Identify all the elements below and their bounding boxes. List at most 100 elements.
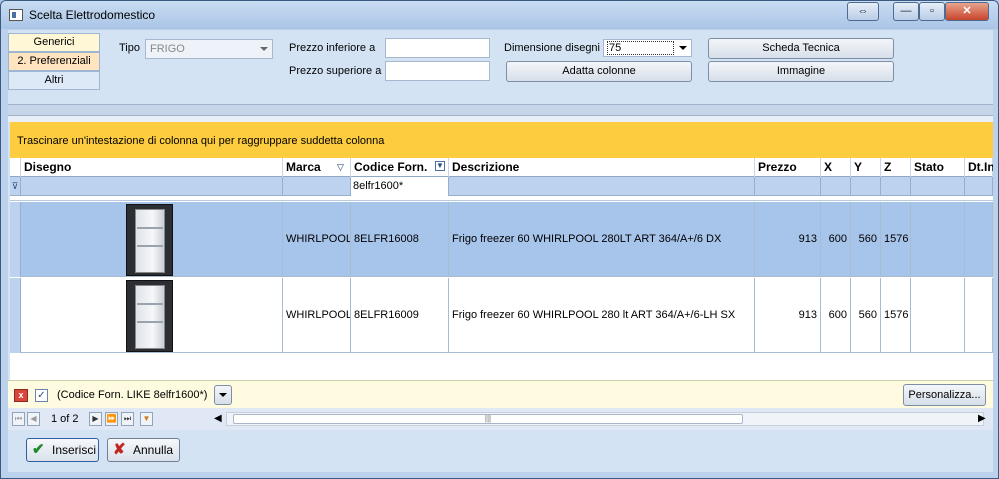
filter-cell-x[interactable]: [821, 177, 851, 196]
dialog-client: Generici 2. Preferenziali Altri Tipo FRI…: [8, 30, 993, 472]
column-header-stato[interactable]: Stato: [911, 158, 965, 177]
cell-y: 560: [851, 202, 881, 277]
inserisci-label: Inserisci: [52, 443, 97, 457]
title-bar: Scelta Elettrodomestico ⇔ — ▫ ✕: [1, 1, 998, 29]
tab-generici[interactable]: Generici: [8, 33, 100, 52]
cell-z: 1576: [881, 278, 911, 353]
clear-filter-icon[interactable]: x: [14, 389, 28, 402]
minimize-button[interactable]: —: [893, 2, 919, 21]
filter-cell-dtin[interactable]: [965, 177, 993, 196]
filter-icon[interactable]: ▽: [337, 158, 344, 176]
filter-icon[interactable]: ▼: [140, 412, 153, 426]
filter-panel: x ✓ (Codice Forn. LIKE 8elfr1600*) Perso…: [8, 380, 993, 408]
filter-cell-y[interactable]: [851, 177, 881, 196]
adatta-colonne-button[interactable]: Adatta colonne: [506, 61, 692, 82]
scroll-left-icon[interactable]: ◀: [214, 413, 222, 424]
last-page-icon[interactable]: ⏭: [121, 412, 134, 426]
column-header-x[interactable]: X: [821, 158, 851, 177]
cell-disegno: [21, 202, 283, 277]
cell-z: 1576: [881, 202, 911, 277]
tab-altri[interactable]: Altri: [8, 71, 100, 90]
cell-x: 600: [821, 278, 851, 353]
left-tabs: Generici 2. Preferenziali Altri: [8, 30, 100, 90]
next-many-icon[interactable]: ⏩: [105, 412, 118, 426]
scrollbar-thumb[interactable]: |||: [233, 414, 743, 424]
scroll-right-icon[interactable]: ▶: [978, 413, 986, 424]
tipo-value: FRIGO: [150, 43, 185, 55]
table-row[interactable]: WHIRLPOOL 8ELFR16009 Frigo freezer 60 WH…: [10, 278, 993, 353]
column-header-y[interactable]: Y: [851, 158, 881, 177]
annulla-button[interactable]: ✘ Annulla: [107, 438, 180, 462]
products-grid: Trascinare un'intestazione di colonna qu…: [10, 122, 993, 400]
close-icon: ✘: [113, 441, 126, 458]
cell-prezzo: 913: [755, 278, 821, 353]
column-header-z[interactable]: Z: [881, 158, 911, 177]
cell-disegno: [21, 278, 283, 353]
column-header-marca[interactable]: Marca ▽: [283, 158, 351, 177]
row-separator: [10, 196, 993, 201]
table-row[interactable]: WHIRLPOOL 8ELFR16008 Frigo freezer 60 WH…: [10, 202, 993, 277]
fridge-shelf: [137, 303, 163, 305]
tipo-select[interactable]: FRIGO: [145, 39, 273, 59]
cell-y: 560: [851, 278, 881, 353]
divider: [8, 104, 993, 116]
annulla-label: Annulla: [133, 443, 174, 457]
chevron-down-icon: [219, 393, 227, 397]
immagine-button[interactable]: Immagine: [708, 61, 894, 82]
fridge-door: [135, 285, 165, 349]
filter-active-icon[interactable]: ▼: [435, 161, 445, 171]
filter-history-button[interactable]: [214, 385, 232, 405]
dimensione-label: Dimensione disegni: [504, 42, 600, 54]
dimensione-select[interactable]: 75: [603, 39, 692, 57]
filter-cell-disegno[interactable]: [21, 177, 283, 196]
inserisci-button[interactable]: ✔ Inserisci: [26, 438, 99, 462]
column-header-codice-label: Codice Forn.: [354, 160, 428, 174]
maximize-button[interactable]: ▫: [919, 2, 945, 21]
tipo-label: Tipo: [119, 42, 140, 54]
filter-cell-descrizione[interactable]: [449, 177, 755, 196]
cell-marca: WHIRLPOOL: [283, 202, 351, 277]
filter-cell-stato[interactable]: [911, 177, 965, 196]
close-button[interactable]: ✕: [945, 2, 989, 21]
fridge-shelf: [137, 227, 163, 229]
cell-prezzo: 913: [755, 202, 821, 277]
pager-bar: ⏮ ◀ 1 of 2 ▶ ⏩ ⏭ ▼ ◀ ||| ▶: [8, 408, 993, 430]
personalizza-button[interactable]: Personalizza...: [903, 384, 986, 406]
restore-icon[interactable]: ⇔: [847, 2, 879, 21]
scheda-tecnica-button[interactable]: Scheda Tecnica: [708, 38, 894, 59]
horizontal-scrollbar[interactable]: |||: [226, 412, 984, 426]
filter-expression[interactable]: (Codice Forn. LIKE 8elfr1600*): [57, 389, 207, 401]
column-header-codice[interactable]: Codice Forn. ▼: [351, 158, 449, 177]
filter-enabled-checkbox[interactable]: ✓: [35, 389, 48, 402]
filter-cell-prezzo[interactable]: [755, 177, 821, 196]
first-page-icon[interactable]: ⏮: [12, 412, 25, 426]
column-header-disegno[interactable]: Disegno: [21, 158, 283, 177]
fridge-image: [126, 280, 173, 352]
prezzo-inferiore-input[interactable]: [385, 38, 490, 58]
page-indicator: 1 of 2: [51, 413, 79, 425]
cell-codice: 8ELFR16009: [351, 278, 449, 353]
prev-page-icon[interactable]: ◀: [27, 412, 40, 426]
cell-descrizione: Frigo freezer 60 WHIRLPOOL 280 lt ART 36…: [449, 278, 755, 353]
filter-cell-codice[interactable]: 8elfr1600*: [351, 177, 449, 196]
row-indicator: [10, 278, 21, 353]
filter-cell-marca[interactable]: [283, 177, 351, 196]
cell-dtin: [965, 202, 993, 277]
header-indicator: [10, 158, 21, 177]
check-icon: ✔: [32, 441, 45, 458]
column-header-prezzo[interactable]: Prezzo: [755, 158, 821, 177]
prezzo-superiore-input[interactable]: [385, 61, 490, 81]
prezzo-superiore-label: Prezzo superiore a: [289, 65, 382, 77]
fridge-image: [126, 204, 173, 276]
filter-cell-z[interactable]: [881, 177, 911, 196]
dialog-window: Scelta Elettrodomestico ⇔ — ▫ ✕ Generici…: [0, 0, 999, 479]
column-header-descrizione[interactable]: Descrizione: [449, 158, 755, 177]
column-header-dtin[interactable]: Dt.In: [965, 158, 993, 177]
cell-stato: [911, 278, 965, 353]
group-by-panel[interactable]: Trascinare un'intestazione di colonna qu…: [10, 122, 993, 158]
cell-marca: WHIRLPOOL: [283, 278, 351, 353]
next-page-icon[interactable]: ▶: [89, 412, 102, 426]
cell-stato: [911, 202, 965, 277]
tab-preferenziali[interactable]: 2. Preferenziali: [8, 52, 100, 71]
cell-codice: 8ELFR16008: [351, 202, 449, 277]
